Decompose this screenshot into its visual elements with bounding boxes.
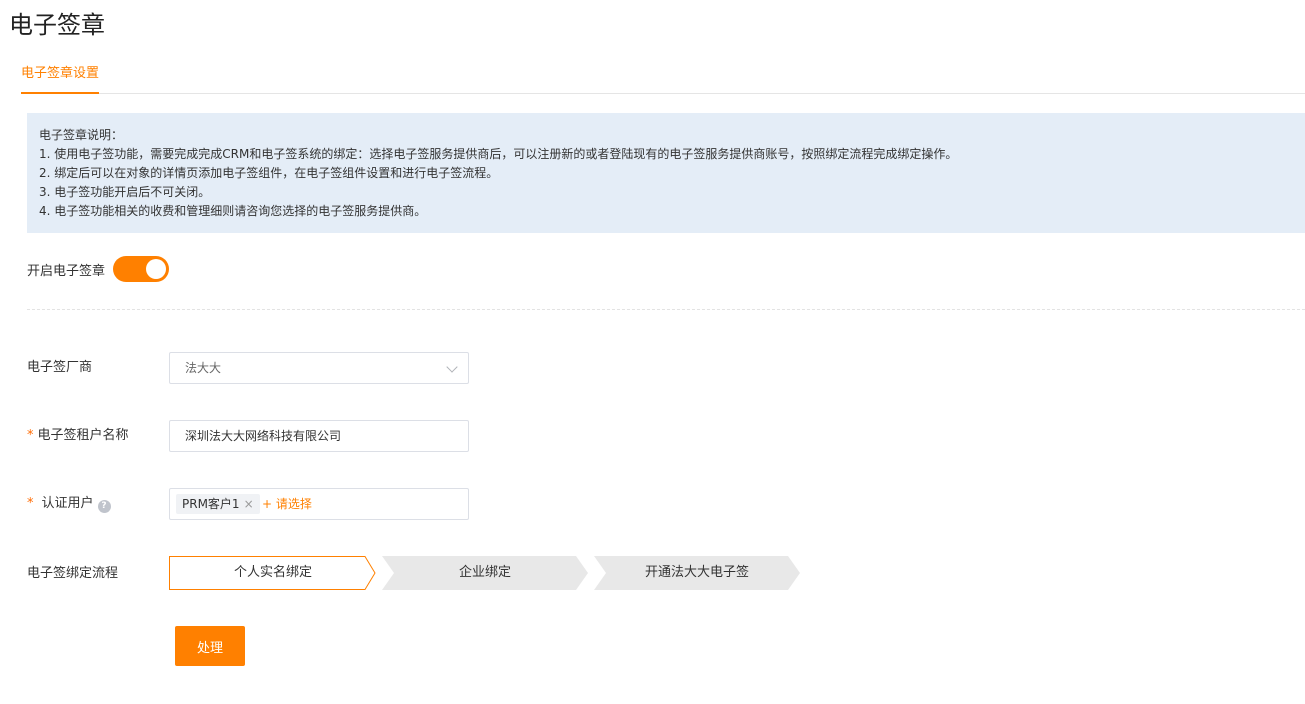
auth-user-picker[interactable]: PRM客户1 × + 请选择 bbox=[169, 488, 469, 520]
close-icon[interactable]: × bbox=[244, 497, 254, 511]
notice-line: 4. 电子签功能相关的收费和管理细则请咨询您选择的电子签服务提供商。 bbox=[39, 204, 427, 218]
step-label: 个人实名绑定 bbox=[233, 565, 312, 580]
notice-line: 3. 电子签功能开启后不可关闭。 bbox=[39, 185, 211, 199]
bind-flow-steps: 个人实名绑定 企业绑定 开通法大大电子签 bbox=[169, 556, 809, 590]
process-button[interactable]: 处理 bbox=[175, 626, 245, 666]
auth-user-label: * 认证用户? bbox=[27, 494, 111, 514]
vendor-select[interactable]: 法大大 bbox=[169, 352, 469, 384]
add-user-link[interactable]: + 请选择 bbox=[262, 489, 312, 519]
chevron-down-icon bbox=[446, 361, 458, 373]
vendor-select-value: 法大大 bbox=[185, 361, 222, 375]
enable-esign-toggle[interactable] bbox=[113, 256, 170, 282]
bind-flow-label: 电子签绑定流程 bbox=[27, 566, 119, 581]
step-label: 企业绑定 bbox=[458, 565, 511, 580]
enable-esign-label: 开启电子签章 bbox=[27, 263, 106, 279]
page-title: 电子签章 bbox=[9, 11, 105, 39]
notice-line: 2. 绑定后可以在对象的详情页添加电子签组件，在电子签组件设置和进行电子签流程。 bbox=[39, 166, 499, 180]
help-icon[interactable]: ? bbox=[97, 500, 111, 513]
required-mark: * bbox=[27, 496, 34, 511]
notice-heading: 电子签章说明： bbox=[39, 128, 124, 142]
auth-user-label-text: 认证用户 bbox=[41, 496, 94, 511]
tab-bar: 电子签章设置 bbox=[21, 60, 1305, 94]
step-enterprise-bind[interactable]: 企业绑定 bbox=[382, 556, 588, 590]
step-personal-verify[interactable]: 个人实名绑定 bbox=[169, 556, 377, 590]
tab-esign-settings[interactable]: 电子签章设置 bbox=[21, 60, 100, 94]
required-mark: * bbox=[27, 428, 34, 443]
section-divider bbox=[27, 309, 1305, 310]
notice-line: 1. 使用电子签功能，需要完成完成CRM和电子签系统的绑定：选择电子签服务提供商… bbox=[39, 147, 958, 161]
notice-panel: 电子签章说明： 1. 使用电子签功能，需要完成完成CRM和电子签系统的绑定：选择… bbox=[27, 113, 1305, 233]
selected-user-tag: PRM客户1 × bbox=[176, 494, 260, 514]
tag-label: PRM客户1 bbox=[182, 497, 240, 511]
enable-esign-row: 开启电子签章 bbox=[27, 256, 170, 282]
step-label: 开通法大大电子签 bbox=[644, 565, 749, 580]
vendor-label: 电子签厂商 bbox=[27, 360, 93, 375]
toggle-knob bbox=[146, 259, 167, 279]
tenant-name-input[interactable]: 深圳法大大网络科技有限公司 bbox=[169, 420, 469, 452]
tenant-name-value: 深圳法大大网络科技有限公司 bbox=[185, 429, 342, 443]
tenant-label: * 电子签租户名称 bbox=[27, 426, 129, 446]
step-open-fadada[interactable]: 开通法大大电子签 bbox=[594, 556, 800, 590]
tenant-label-text: 电子签租户名称 bbox=[37, 428, 129, 443]
